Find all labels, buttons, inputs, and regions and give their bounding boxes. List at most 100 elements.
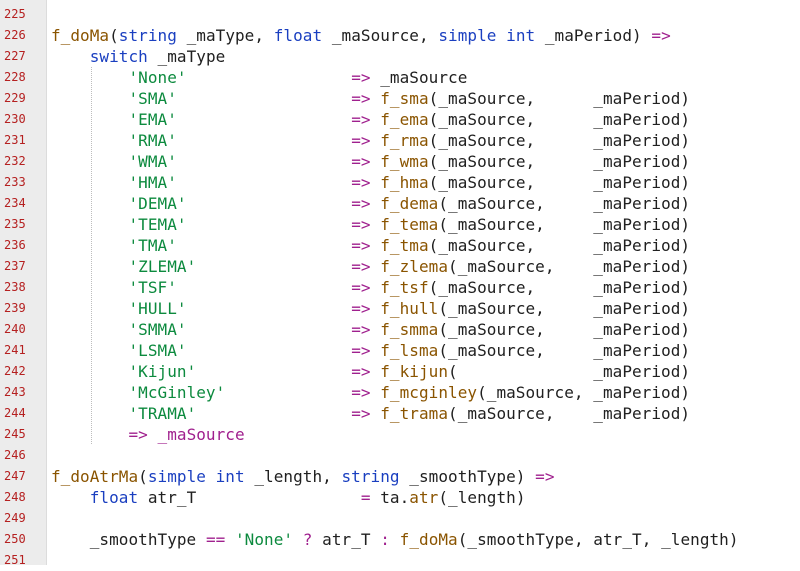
line-code[interactable]: => _maSource — [51, 424, 245, 445]
code-line[interactable]: 225 — [0, 4, 800, 25]
line-code[interactable]: _smoothType == 'None' ? atr_T : f_doMa(_… — [51, 529, 739, 550]
code-line[interactable]: 247 f_doAtrMa(simple int _length, string … — [0, 466, 800, 487]
code-line[interactable]: 226 f_doMa(string _maType, float _maSourc… — [0, 25, 800, 46]
line-code[interactable]: 'WMA' => f_wma(_maSource, _maPeriod) — [51, 151, 690, 172]
line-number: 247 — [4, 469, 26, 483]
line-code[interactable]: switch _maType — [51, 46, 226, 67]
line-code[interactable]: 'McGinley' => f_mcginley(_maSource, _maP… — [51, 382, 690, 403]
code-line[interactable]: 230 'EMA' => f_ema(_maSource, _maPeriod) — [0, 109, 800, 130]
code-editor[interactable]: 225 226 f_doMa(string _maType, float _maSo… — [0, 0, 800, 567]
code-line[interactable]: 240 'SMMA' => f_smma(_maSource, _maPerio… — [0, 319, 800, 340]
line-code[interactable]: 'LSMA' => f_lsma(_maSource, _maPeriod) — [51, 340, 690, 361]
line-number: 229 — [4, 91, 26, 105]
code-line[interactable]: 231 'RMA' => f_rma(_maSource, _maPeriod) — [0, 130, 800, 151]
code-line[interactable]: 239 'HULL' => f_hull(_maSource, _maPerio… — [0, 298, 800, 319]
code-token: ( — [109, 26, 119, 45]
line-number: 246 — [4, 448, 26, 462]
code-token: f_wma — [380, 152, 429, 171]
line-code[interactable]: f_doAtrMa(simple int _length, string _sm… — [51, 466, 555, 487]
line-number: 234 — [4, 196, 26, 210]
code-line[interactable]: 234 'DEMA' => f_dema(_maSource, _maPerio… — [0, 193, 800, 214]
code-line[interactable]: 241 'LSMA' => f_lsma(_maSource, _maPerio… — [0, 340, 800, 361]
code-token: 'McGinley' — [128, 383, 226, 402]
line-code[interactable]: 'TSF' => f_tsf(_maSource, _maPeriod) — [51, 277, 690, 298]
line-code[interactable]: 'HULL' => f_hull(_maSource, _maPeriod) — [51, 298, 690, 319]
code-line[interactable]: 251 — [0, 550, 800, 571]
line-code[interactable]: 'TMA' => f_tma(_maSource, _maPeriod) — [51, 235, 690, 256]
code-token: => — [351, 404, 371, 423]
code-line[interactable]: 235 'TEMA' => f_tema(_maSource, _maPerio… — [0, 214, 800, 235]
code-line[interactable]: 236 'TMA' => f_tma(_maSource, _maPeriod) — [0, 235, 800, 256]
code-token: => — [351, 257, 371, 276]
code-token: f_doMa — [399, 530, 458, 549]
code-token: 'TRAMA' — [128, 404, 197, 423]
code-line[interactable]: 246 — [0, 445, 800, 466]
code-token: f_lsma — [380, 341, 439, 360]
code-token: f_tema — [380, 215, 439, 234]
code-line[interactable]: 249 — [0, 508, 800, 529]
line-number: 239 — [4, 301, 26, 315]
code-token: f_ema — [380, 110, 429, 129]
code-token: => — [351, 89, 371, 108]
code-token: _maType, — [176, 26, 274, 45]
line-code[interactable]: f_doMa(string _maType, float _maSource, … — [51, 25, 671, 46]
code-line[interactable]: 245 => _maSource — [0, 424, 800, 445]
code-token: (_maSource, _maPeriod) — [428, 89, 691, 108]
line-code[interactable]: 'SMA' => f_sma(_maSource, _maPeriod) — [51, 88, 690, 109]
line-code[interactable]: 'ZLEMA' => f_zlema(_maSource, _maPeriod) — [51, 256, 690, 277]
line-code[interactable]: float atr_T = ta.atr(_length) — [51, 487, 526, 508]
code-token: => — [351, 383, 371, 402]
code-line[interactable]: 250 _smoothType == 'None' ? atr_T : f_do… — [0, 529, 800, 550]
code-line[interactable]: 227 switch _maType — [0, 46, 800, 67]
code-token: 'TEMA' — [128, 215, 187, 234]
code-token: 'Kijun' — [128, 362, 197, 381]
code-line[interactable]: 248 float atr_T = ta.atr(_length) — [0, 487, 800, 508]
code-token: => — [351, 110, 371, 129]
code-token: => — [351, 278, 371, 297]
code-token: _maSource — [370, 68, 468, 87]
code-line[interactable]: 229 'SMA' => f_sma(_maSource, _maPeriod) — [0, 88, 800, 109]
code-token: => — [651, 26, 671, 45]
line-code[interactable]: 'TRAMA' => f_trama(_maSource, _maPeriod) — [51, 403, 690, 424]
code-token: (_maSource, _maPeriod) — [448, 404, 691, 423]
code-line[interactable]: 233 'HMA' => f_hma(_maSource, _maPeriod) — [0, 172, 800, 193]
code-token: _smoothType) — [399, 467, 536, 486]
line-code[interactable]: 'RMA' => f_rma(_maSource, _maPeriod) — [51, 130, 690, 151]
code-line[interactable]: 244 'TRAMA' => f_trama(_maSource, _maPer… — [0, 403, 800, 424]
line-code[interactable]: 'SMMA' => f_smma(_maSource, _maPeriod) — [51, 319, 690, 340]
code-token: f_smma — [380, 320, 439, 339]
line-code[interactable]: 'DEMA' => f_dema(_maSource, _maPeriod) — [51, 193, 690, 214]
code-line[interactable]: 243 'McGinley' => f_mcginley(_maSource, … — [0, 382, 800, 403]
code-token: => — [351, 299, 371, 318]
code-token: (_maSource, _maPeriod) — [438, 194, 691, 213]
line-code[interactable]: 'HMA' => f_hma(_maSource, _maPeriod) — [51, 172, 690, 193]
code-line[interactable]: 242 'Kijun' => f_kijun( _maPeriod) — [0, 361, 800, 382]
code-line[interactable]: 228 'None' => _maSource — [0, 67, 800, 88]
code-line[interactable]: 237 'ZLEMA' => f_zlema(_maSource, _maPer… — [0, 256, 800, 277]
code-token: : — [380, 530, 390, 549]
line-code[interactable]: 'Kijun' => f_kijun( _maPeriod) — [51, 361, 690, 382]
code-line[interactable]: 232 'WMA' => f_wma(_maSource, _maPeriod) — [0, 151, 800, 172]
line-code[interactable]: 'EMA' => f_ema(_maSource, _maPeriod) — [51, 109, 690, 130]
code-token: 'TSF' — [128, 278, 177, 297]
code-token: => — [351, 320, 371, 339]
code-line[interactable]: 238 'TSF' => f_tsf(_maSource, _maPeriod) — [0, 277, 800, 298]
code-token: (_maSource, _maPeriod) — [428, 152, 691, 171]
code-token: f_zlema — [380, 257, 449, 276]
line-code[interactable]: 'None' => _maSource — [51, 67, 467, 88]
code-token: _maPeriod) — [535, 26, 652, 45]
line-code[interactable]: 'TEMA' => f_tema(_maSource, _maPeriod) — [51, 214, 690, 235]
